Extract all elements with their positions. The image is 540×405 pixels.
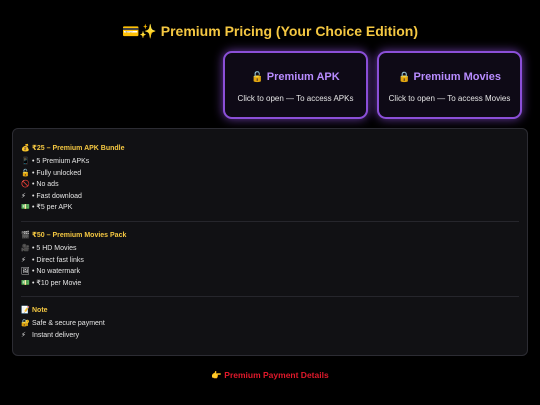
section-divider [21, 296, 519, 297]
premium-movies-title-text: Premium Movies [413, 71, 501, 83]
list-item: 🚫 • No ads [21, 179, 519, 191]
list-item: ⚡ • Fast download [21, 191, 519, 203]
list-item-text: • Direct fast links [32, 256, 84, 264]
list-item-text: • No watermark [32, 268, 80, 276]
note-section: 📝 Note 🔐 Safe & secure payment ⚡ Instant de… [21, 305, 519, 341]
list-item: 🔐 Safe & secure payment [21, 318, 519, 330]
premium-apk-card-subtitle: Click to open — To access APKs [237, 94, 354, 103]
memo-icon: 📝 [21, 307, 30, 314]
lightning-icon: ⚡ [21, 331, 26, 339]
list-item: 💵 • ₹5 per APK [21, 202, 519, 214]
list-item-text: • ₹10 per Movie [32, 279, 82, 287]
premium-payment-details-link[interactable]: 👉 Premium Payment Details [0, 369, 540, 381]
money-bag-icon: 💰 [21, 145, 30, 152]
banknote-icon: 💵 [21, 279, 30, 287]
list-item: 🎥 • 5 HD Movies [21, 243, 519, 255]
mobile-phone-icon: 📱 [21, 158, 30, 165]
apk-bundle-title: 💰 ₹25 – Premium APK Bundle [21, 143, 519, 154]
movies-pack-title: 🎬 ₹50 – Premium Movies Pack [21, 230, 519, 241]
premium-apk-card-title: 🔓 Premium APK [225, 70, 366, 85]
list-item-text: • 5 HD Movies [32, 245, 77, 252]
section-divider [21, 221, 519, 222]
note-title-text: Note [32, 307, 48, 314]
list-item: 🔓 • Fully unlocked [21, 168, 519, 180]
list-item-text: • Fast download [32, 192, 82, 200]
credit-card-sparkles-icon: 💳✨ [122, 23, 157, 39]
clapper-board-icon: 🎬 [21, 232, 30, 239]
locked-lock-icon: 🔒 [398, 72, 411, 83]
premium-apk-title-text: Premium APK [266, 71, 340, 83]
list-item-text: • No ads [32, 181, 59, 189]
premium-movies-card[interactable]: 🔒 Premium Movies Click to open — To acces… [377, 51, 522, 119]
note-title: 📝 Note [21, 305, 519, 316]
premium-payment-details-label: Premium Payment Details [224, 370, 329, 380]
list-item: ⚡ Instant delivery [21, 330, 519, 342]
list-item-text: • ₹5 per APK [32, 204, 73, 212]
list-item: 🖼 • No watermark [21, 266, 519, 278]
page-title: 💳✨ Premium Pricing (Your Choice Edition) [0, 20, 540, 42]
page-title-text: Premium Pricing (Your Choice Edition) [160, 23, 418, 39]
list-item-text: Instant delivery [32, 331, 80, 339]
premium-movies-card-title: 🔒 Premium Movies [379, 70, 520, 85]
prohibited-icon: 🚫 [21, 181, 30, 189]
lightning-icon: ⚡ [21, 256, 26, 264]
list-item: 📱 • 5 Premium APKs [21, 156, 519, 168]
lock-with-key-icon: 🔐 [21, 320, 30, 327]
pointing-hand-icon: 👉 [211, 370, 222, 380]
list-item: ⚡ • Direct fast links [21, 255, 519, 267]
apk-bundle-section: 💰 ₹25 – Premium APK Bundle 📱 • 5 Premium A… [21, 143, 519, 214]
banknote-icon: 💵 [21, 204, 30, 212]
premium-movies-card-subtitle: Click to open — To access Movies [388, 94, 511, 103]
movie-camera-icon: 🎥 [21, 245, 30, 252]
pricing-details-panel: 💰 ₹25 – Premium APK Bundle 📱 • 5 Premium A… [12, 128, 528, 356]
unlocked-lock-icon: 🔓 [251, 72, 264, 83]
movies-pack-section: 🎬 ₹50 – Premium Movies Pack 🎥 • 5 HD Movie… [21, 230, 519, 289]
framed-picture-icon: 🖼 [21, 268, 30, 276]
premium-apk-card[interactable]: 🔓 Premium APK Click to open — To access A… [223, 51, 368, 119]
list-item-text: • 5 Premium APKs [32, 158, 90, 165]
unlocked-lock-icon: 🔓 [21, 169, 30, 177]
lightning-icon: ⚡ [21, 192, 26, 200]
apk-bundle-title-text: ₹25 – Premium APK Bundle [32, 145, 125, 152]
list-item: 💵 • ₹10 per Movie [21, 278, 519, 290]
list-item-text: Safe & secure payment [32, 320, 105, 327]
movies-pack-title-text: ₹50 – Premium Movies Pack [32, 232, 127, 239]
list-item-text: • Fully unlocked [32, 169, 82, 177]
